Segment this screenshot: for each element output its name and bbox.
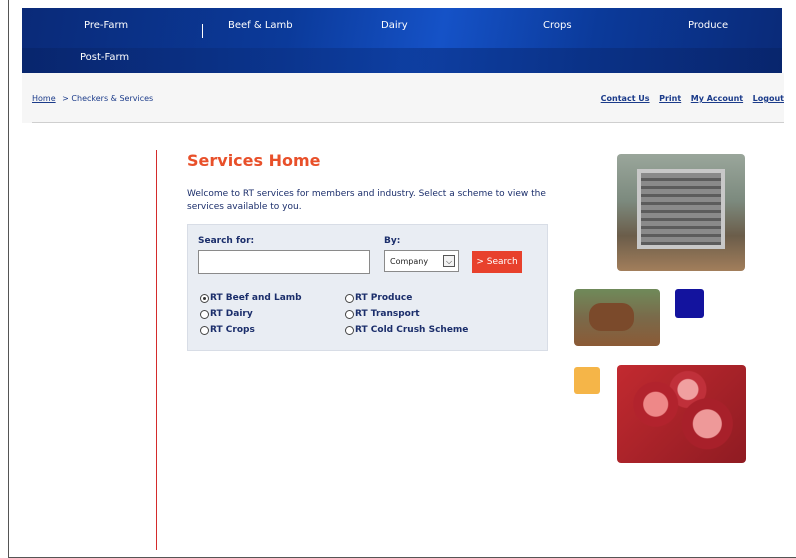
scheme-radio-crops[interactable]: RT Crops (200, 325, 255, 335)
livestock-trailer-image (617, 154, 745, 271)
scheme-label: RT Cold Crush Scheme (355, 325, 469, 335)
contact-us-link[interactable]: Contact Us (601, 94, 650, 103)
nav-band (22, 48, 782, 73)
radio-icon (345, 325, 354, 335)
nav-divider (202, 24, 203, 38)
welcome-text: Welcome to RT services for members and i… (187, 189, 546, 212)
scheme-radio-cold-crush[interactable]: RT Cold Crush Scheme (345, 325, 468, 335)
radio-icon (345, 309, 354, 319)
scheme-radio-produce[interactable]: RT Produce (345, 293, 412, 303)
meat-cuts-image (617, 365, 746, 463)
blue-square-tile (675, 289, 704, 318)
page-title: Services Home (187, 151, 321, 170)
my-account-link[interactable]: My Account (691, 94, 743, 103)
yellow-square-tile (574, 367, 600, 394)
by-label: By: (384, 236, 401, 246)
utility-links: Contact Us Print My Account Logout (594, 94, 784, 103)
breadcrumb: Home > Checkers & Services (32, 94, 153, 103)
nav-item-crops[interactable]: Crops (543, 20, 572, 31)
search-panel: Search for: By: Company ⌵ > Search RT Be… (187, 224, 548, 351)
cow-shape (589, 303, 634, 331)
cattle-image (574, 289, 660, 346)
search-by-select[interactable]: Company ⌵ (384, 250, 459, 272)
scheme-label: RT Dairy (210, 309, 253, 319)
scheme-label: RT Transport (355, 309, 420, 319)
header-divider (32, 122, 784, 123)
trailer-interior (637, 169, 725, 249)
scheme-label: RT Crops (210, 325, 255, 335)
nav-item-pre-farm[interactable]: Pre-Farm (84, 20, 128, 31)
scheme-radio-beef-lamb[interactable]: RT Beef and Lamb (200, 293, 302, 303)
content-divider (156, 150, 157, 550)
breadcrumb-home-link[interactable]: Home (32, 94, 56, 103)
nav-item-produce[interactable]: Produce (688, 20, 728, 31)
search-by-selected: Company (390, 257, 429, 266)
radio-icon (345, 293, 354, 303)
scheme-radio-dairy[interactable]: RT Dairy (200, 309, 253, 319)
scheme-label: RT Beef and Lamb (210, 293, 302, 303)
radio-icon (200, 309, 209, 319)
logout-link[interactable]: Logout (753, 94, 784, 103)
scheme-label: RT Produce (355, 293, 413, 303)
radio-icon (200, 293, 209, 303)
radio-icon (200, 325, 209, 335)
chevron-down-icon[interactable]: ⌵ (443, 255, 455, 267)
search-input[interactable] (198, 250, 370, 274)
print-link[interactable]: Print (659, 94, 681, 103)
search-button[interactable]: > Search (472, 251, 522, 273)
main-nav: Pre-Farm Beef & Lamb Dairy Crops Produce… (22, 8, 782, 73)
nav-item-beef-lamb[interactable]: Beef & Lamb (228, 20, 293, 31)
search-for-label: Search for: (198, 236, 255, 246)
nav-item-post-farm[interactable]: Post-Farm (80, 52, 129, 63)
nav-item-dairy[interactable]: Dairy (381, 20, 408, 31)
scheme-radio-transport[interactable]: RT Transport (345, 309, 420, 319)
breadcrumb-current: > Checkers & Services (62, 94, 154, 103)
